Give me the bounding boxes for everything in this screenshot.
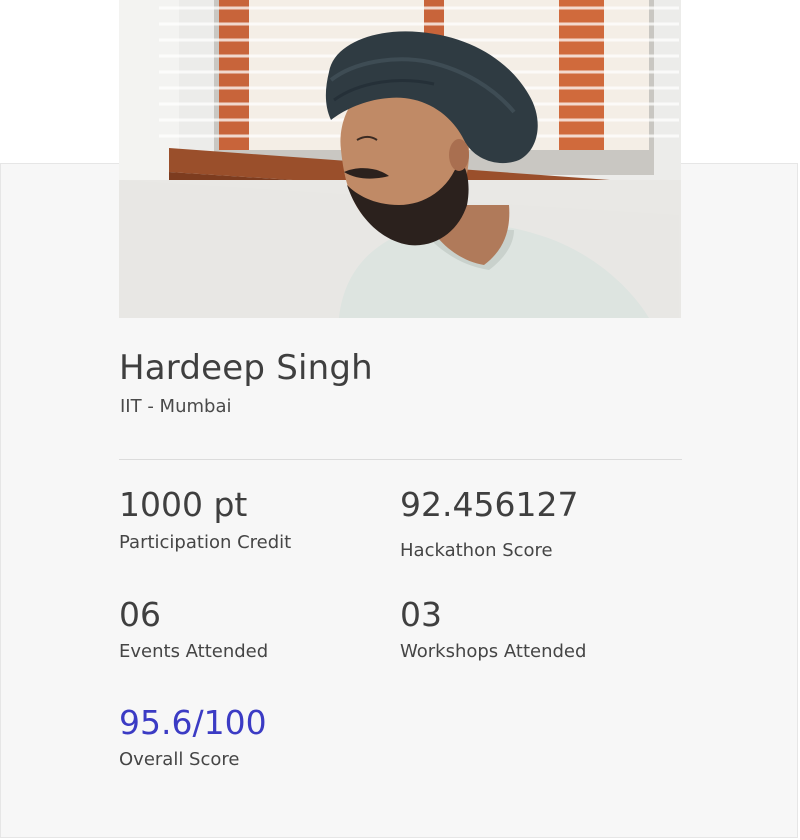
workshops-attended-label: Workshops Attended: [400, 641, 587, 662]
participation-credit-label: Participation Credit: [119, 532, 292, 553]
hackathon-score-value: 92.456127: [400, 485, 579, 524]
profile-photo-image: [119, 0, 681, 318]
participation-credit-value: 1000 pt: [119, 485, 248, 524]
events-attended-label: Events Attended: [119, 641, 269, 662]
profile-affiliation: IIT - Mumbai: [120, 396, 232, 417]
workshops-attended-value: 03: [400, 595, 442, 634]
events-attended-value: 06: [119, 595, 161, 634]
section-divider: [119, 459, 682, 460]
hackathon-score-label: Hackathon Score: [400, 540, 553, 561]
overall-score-label: Overall Score: [119, 749, 240, 770]
profile-name: Hardeep Singh: [119, 348, 373, 388]
overall-score-value: 95.6/100: [119, 703, 267, 742]
profile-photo: [119, 0, 681, 318]
